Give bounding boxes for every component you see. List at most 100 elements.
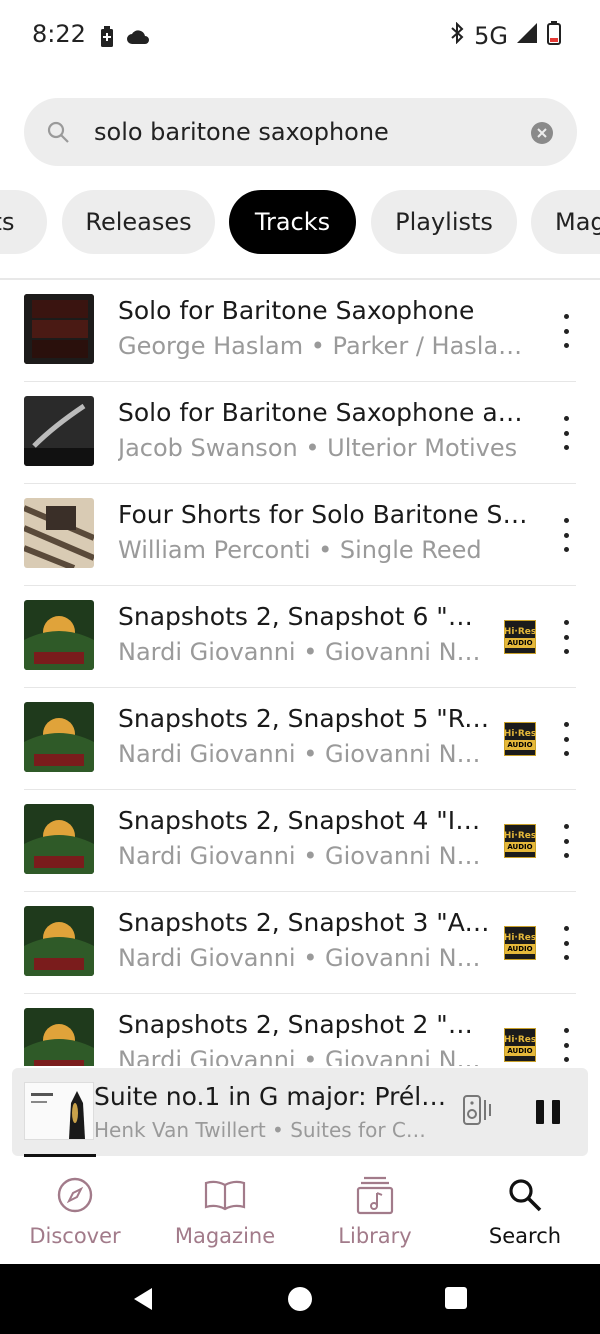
track-subtitle: Jacob Swanson • Ulterior Motives xyxy=(118,434,518,462)
compass-icon xyxy=(0,1172,150,1218)
signal-icon xyxy=(516,22,538,50)
track-row[interactable]: Snapshots 2, Snapshot 3 "Act… Nardi Giov… xyxy=(0,892,600,994)
cast-speaker-icon[interactable] xyxy=(462,1094,494,1130)
track-row[interactable]: Four Shorts for Solo Baritone Saxophone … xyxy=(0,484,600,586)
playback-progress-bar[interactable] xyxy=(24,1154,96,1157)
hires-badge-top: Hi·Res xyxy=(503,627,537,637)
track-row[interactable]: Snapshots 2, Snapshot 6 "Gr… Nardi Giova… xyxy=(0,586,600,688)
clear-search-icon[interactable] xyxy=(531,122,553,144)
nav-discover[interactable]: Discover xyxy=(0,1172,150,1248)
bottom-nav: Discover Magazine Library Search xyxy=(0,1160,600,1264)
hires-badge-top: Hi·Res xyxy=(503,729,537,739)
track-subtitle: William Perconti • Single Reed xyxy=(118,536,482,564)
book-icon xyxy=(150,1172,300,1218)
chip-artists[interactable]: ts xyxy=(0,190,47,254)
hires-badge-icon: Hi·Res AUDIO xyxy=(504,722,536,756)
hires-badge-icon: Hi·Res AUDIO xyxy=(504,926,536,960)
cloud-icon xyxy=(126,29,150,49)
track-subtitle: Nardi Giovanni • Giovanni Nardi xyxy=(118,944,490,972)
more-options-icon[interactable] xyxy=(558,620,574,654)
chip-label: Tracks xyxy=(254,208,331,236)
hires-badge-bottom: AUDIO xyxy=(505,944,535,954)
track-row[interactable]: Solo for Baritone Saxophone George Hasla… xyxy=(0,280,600,382)
hires-badge-bottom: AUDIO xyxy=(505,1046,535,1056)
more-options-icon[interactable] xyxy=(558,722,574,756)
album-art xyxy=(24,906,94,976)
more-options-icon[interactable] xyxy=(558,314,574,348)
track-title: Snapshots 2, Snapshot 4 "Ide… xyxy=(118,806,490,835)
pause-button[interactable] xyxy=(536,1100,560,1124)
more-options-icon[interactable] xyxy=(558,518,574,552)
more-options-icon[interactable] xyxy=(558,926,574,960)
search-icon xyxy=(46,120,70,148)
recents-icon[interactable] xyxy=(444,1286,468,1314)
track-row[interactable]: Snapshots 2, Snapshot 5 "Re… Nardi Giova… xyxy=(0,688,600,790)
chip-magazine[interactable]: Mag xyxy=(531,190,600,254)
nav-search[interactable]: Search xyxy=(450,1172,600,1248)
more-options-icon[interactable] xyxy=(558,416,574,450)
album-art xyxy=(24,1008,94,1066)
now-playing-title: Suite no.1 in G major: Prélude xyxy=(94,1082,454,1111)
track-title: Snapshots 2, Snapshot 3 "Act… xyxy=(118,908,490,937)
system-nav-bar xyxy=(0,1264,600,1334)
now-playing-art xyxy=(24,1082,94,1140)
track-subtitle: George Haslam • Parker / Haslam / Edward… xyxy=(118,332,528,360)
hires-badge-bottom: AUDIO xyxy=(505,842,535,852)
chip-label: ts xyxy=(0,208,15,236)
hires-badge-icon: Hi·Res AUDIO xyxy=(504,824,536,858)
chip-tracks[interactable]: Tracks xyxy=(229,190,356,254)
album-art xyxy=(24,498,94,568)
track-title: Four Shorts for Solo Baritone Saxophone xyxy=(118,500,528,529)
back-icon[interactable] xyxy=(130,1286,156,1316)
search-icon xyxy=(450,1172,600,1218)
chip-playlists[interactable]: Playlists xyxy=(371,190,517,254)
hires-badge-top: Hi·Res xyxy=(503,933,537,943)
track-subtitle: Nardi Giovanni • Giovanni Nardi xyxy=(118,842,490,870)
now-playing-subtitle: Henk Van Twillert • Suites for Cello xyxy=(94,1118,434,1142)
more-options-icon[interactable] xyxy=(558,824,574,858)
battery-saver-icon xyxy=(100,26,114,52)
track-title: Snapshots 2, Snapshot 5 "Re… xyxy=(118,704,490,733)
album-art xyxy=(24,294,94,364)
network-type: 5G xyxy=(474,22,508,50)
hires-badge-bottom: AUDIO xyxy=(505,638,535,648)
album-art xyxy=(24,600,94,670)
search-input[interactable] xyxy=(94,112,514,152)
track-row[interactable]: Snapshots 2, Snapshot 4 "Ide… Nardi Giov… xyxy=(0,790,600,892)
nav-label: Magazine xyxy=(174,1224,276,1248)
nav-label: Discover xyxy=(29,1224,121,1248)
album-art xyxy=(24,702,94,772)
filter-chips: ts Releases Tracks Playlists Mag xyxy=(0,190,600,256)
track-subtitle: Nardi Giovanni • Giovanni Nardi xyxy=(118,740,490,768)
nav-label: Library xyxy=(338,1224,412,1248)
chip-label: Playlists xyxy=(395,208,493,236)
hires-badge-icon: Hi·Res AUDIO xyxy=(504,1028,536,1062)
chip-releases[interactable]: Releases xyxy=(62,190,215,254)
nav-label: Search xyxy=(488,1224,562,1248)
hires-badge-top: Hi·Res xyxy=(503,1035,537,1045)
track-subtitle: Nardi Giovanni • Giovanni Nardi xyxy=(118,1046,490,1066)
chip-label: Releases xyxy=(85,208,192,236)
track-title: Snapshots 2, Snapshot 2 "Da… xyxy=(118,1010,490,1039)
bluetooth-icon xyxy=(448,21,466,50)
track-subtitle: Nardi Giovanni • Giovanni Nardi xyxy=(118,638,490,666)
hires-badge-top: Hi·Res xyxy=(503,831,537,841)
chip-label: Mag xyxy=(555,208,600,236)
search-bar[interactable] xyxy=(24,98,577,166)
album-art xyxy=(24,804,94,874)
nav-magazine[interactable]: Magazine xyxy=(150,1172,300,1248)
hires-badge-icon: Hi·Res AUDIO xyxy=(504,620,536,654)
hires-badge-bottom: AUDIO xyxy=(505,740,535,750)
track-row[interactable]: Solo for Baritone Saxophone and Orchestr… xyxy=(0,382,600,484)
track-row[interactable]: Snapshots 2, Snapshot 2 "Da… Nardi Giova… xyxy=(0,994,600,1066)
album-art xyxy=(24,396,94,466)
track-title: Solo for Baritone Saxophone xyxy=(118,296,475,325)
track-title: Snapshots 2, Snapshot 6 "Gr… xyxy=(118,602,490,631)
library-icon xyxy=(300,1172,450,1218)
status-time: 8:22 xyxy=(32,20,86,48)
home-icon[interactable] xyxy=(287,1286,313,1316)
more-options-icon[interactable] xyxy=(558,1028,574,1062)
mini-player[interactable]: Suite no.1 in G major: Prélude Henk Van … xyxy=(12,1068,588,1156)
track-title: Solo for Baritone Saxophone and Orchestr… xyxy=(118,398,523,427)
nav-library[interactable]: Library xyxy=(300,1172,450,1248)
